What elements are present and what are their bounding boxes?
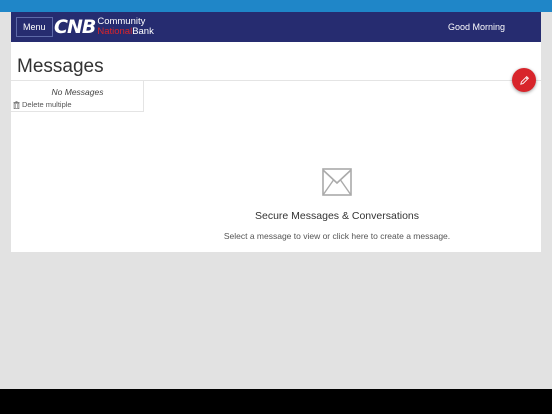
logo-line-national-bank: NationalBank [97,27,154,37]
trash-icon [13,100,20,109]
empty-state-subtitle: Select a message to view or click here t… [133,231,541,241]
bank-logo[interactable]: CNB Community NationalBank [54,16,154,38]
bottom-bar [0,389,552,414]
pencil-icon [519,75,529,85]
menu-button[interactable]: Menu [16,17,53,37]
greeting-text: Good Morning [448,22,506,32]
message-list-panel: No Messages Delete multiple [11,81,144,112]
envelope-icon [322,168,352,196]
logo-word-bank: Bank [132,26,154,37]
delete-multiple-label: Delete multiple [22,100,72,109]
empty-state: Secure Messages & Conversations Select a… [133,168,541,241]
logo-mark: CNB [54,16,96,38]
empty-state-subtitle-suffix: to create a message. [368,231,451,241]
page-title: Messages [17,56,104,77]
logo-wordmark: Community NationalBank [97,17,154,37]
empty-state-title: Secure Messages & Conversations [255,210,419,222]
app-header: Menu CNB Community NationalBank Good Mor… [11,12,541,42]
delete-multiple-button[interactable]: Delete multiple [13,100,72,109]
logo-word-national: National [97,26,133,37]
empty-state-subtitle-prefix: Select a message to view or [223,231,333,241]
status-bar-strip [0,0,552,12]
compose-message-button[interactable] [512,68,536,92]
create-message-link[interactable]: click here [333,231,369,241]
no-messages-label: No Messages [51,87,104,97]
